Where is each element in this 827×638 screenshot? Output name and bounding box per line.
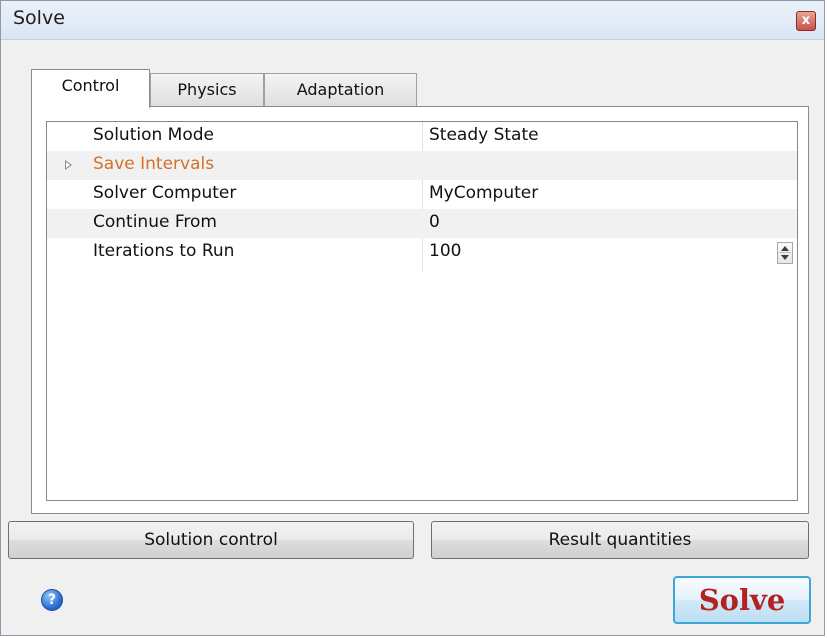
property-name: Solution Mode bbox=[93, 125, 214, 145]
title-bar[interactable]: Solve x bbox=[1, 1, 824, 40]
control-tab-panel: Solution Mode Steady State Save Interval… bbox=[31, 106, 809, 514]
property-name: Continue From bbox=[93, 212, 217, 232]
result-quantities-button[interactable]: Result quantities bbox=[431, 521, 809, 559]
property-row-iterations-to-run[interactable]: Iterations to Run 100 bbox=[47, 238, 797, 267]
window-title: Solve bbox=[13, 7, 65, 29]
property-value[interactable]: Steady State bbox=[429, 125, 539, 145]
property-name: Iterations to Run bbox=[93, 241, 235, 261]
solution-control-button[interactable]: Solution control bbox=[8, 521, 414, 559]
tab-physics[interactable]: Physics bbox=[150, 73, 264, 107]
triangle-right-icon[interactable] bbox=[65, 160, 72, 170]
spin-up-arrow-icon[interactable] bbox=[781, 246, 789, 251]
property-category-name: Save Intervals bbox=[93, 154, 215, 174]
solve-button[interactable]: Solve bbox=[673, 576, 811, 624]
close-icon[interactable]: x bbox=[796, 11, 816, 31]
tab-control[interactable]: Control bbox=[31, 69, 150, 108]
spin-down-arrow-icon[interactable] bbox=[781, 255, 789, 260]
property-value[interactable]: 100 bbox=[429, 241, 461, 261]
spinner-icon[interactable] bbox=[777, 242, 793, 264]
solve-dialog: Solve x Control Physics Adaptation Solut… bbox=[0, 0, 825, 636]
property-row-save-intervals[interactable]: Save Intervals bbox=[47, 151, 797, 180]
help-icon[interactable]: ? bbox=[41, 589, 63, 611]
tab-adaptation[interactable]: Adaptation bbox=[264, 73, 417, 107]
property-value[interactable]: MyComputer bbox=[429, 183, 538, 203]
spinner-divider bbox=[779, 252, 791, 253]
property-grid: Solution Mode Steady State Save Interval… bbox=[46, 121, 798, 501]
property-row-solver-computer[interactable]: Solver Computer MyComputer bbox=[47, 180, 797, 209]
property-row-continue-from[interactable]: Continue From 0 bbox=[47, 209, 797, 238]
property-value[interactable]: 0 bbox=[429, 212, 440, 232]
property-row-solution-mode[interactable]: Solution Mode Steady State bbox=[47, 122, 797, 151]
property-name: Solver Computer bbox=[93, 183, 237, 203]
